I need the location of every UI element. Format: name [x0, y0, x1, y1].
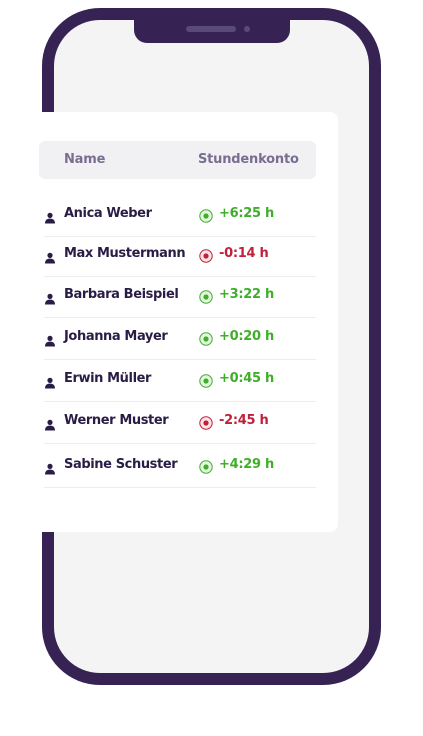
- person-icon: [44, 416, 56, 431]
- hours-balance: +6:25 h: [219, 206, 274, 221]
- table-row[interactable]: Anica Weber +6:25 h: [44, 194, 316, 237]
- employee-name: Barbara Beispiel: [64, 287, 179, 302]
- person-icon: [44, 290, 56, 305]
- stage: Name Stundenkonto Anica Weber +6:25 h Max …: [0, 0, 423, 736]
- employee-name: Werner Muster: [64, 413, 169, 428]
- phone-notch: [134, 8, 290, 43]
- employee-name: Anica Weber: [64, 206, 152, 221]
- person-icon: [44, 460, 56, 475]
- red-dot-icon: [199, 415, 213, 430]
- red-dot-icon: [199, 248, 213, 263]
- employee-name: Johanna Mayer: [64, 329, 168, 344]
- table-row[interactable]: Werner Muster -2:45 h: [44, 401, 316, 444]
- hours-balance: +4:29 h: [219, 457, 274, 472]
- person-icon: [44, 209, 56, 224]
- green-dot-icon: [199, 373, 213, 388]
- speaker-icon: [186, 26, 236, 32]
- table-header: Name Stundenkonto: [39, 141, 316, 179]
- green-dot-icon: [199, 331, 213, 346]
- table-row[interactable]: Barbara Beispiel +3:22 h: [44, 275, 316, 318]
- column-header-name: Name: [64, 152, 106, 167]
- green-dot-icon: [199, 289, 213, 304]
- table-row[interactable]: Max Mustermann -0:14 h: [44, 234, 316, 277]
- person-icon: [44, 332, 56, 347]
- hours-balance: +0:20 h: [219, 329, 274, 344]
- hours-balance: +0:45 h: [219, 371, 274, 386]
- camera-icon: [244, 26, 250, 32]
- table-row[interactable]: Johanna Mayer +0:20 h: [44, 317, 316, 360]
- person-icon: [44, 249, 56, 264]
- hours-balance: -2:45 h: [219, 413, 269, 428]
- hours-balance: -0:14 h: [219, 246, 269, 261]
- employee-name: Sabine Schuster: [64, 457, 178, 472]
- column-header-hours: Stundenkonto: [198, 152, 299, 167]
- person-icon: [44, 374, 56, 389]
- hours-table-card: Name Stundenkonto Anica Weber +6:25 h Max …: [0, 112, 338, 532]
- table-row[interactable]: Sabine Schuster +4:29 h: [44, 445, 316, 488]
- employee-name: Max Mustermann: [64, 246, 186, 261]
- green-dot-icon: [199, 208, 213, 223]
- employee-name: Erwin Müller: [64, 371, 152, 386]
- table-row[interactable]: Erwin Müller +0:45 h: [44, 359, 316, 402]
- hours-balance: +3:22 h: [219, 287, 274, 302]
- green-dot-icon: [199, 459, 213, 474]
